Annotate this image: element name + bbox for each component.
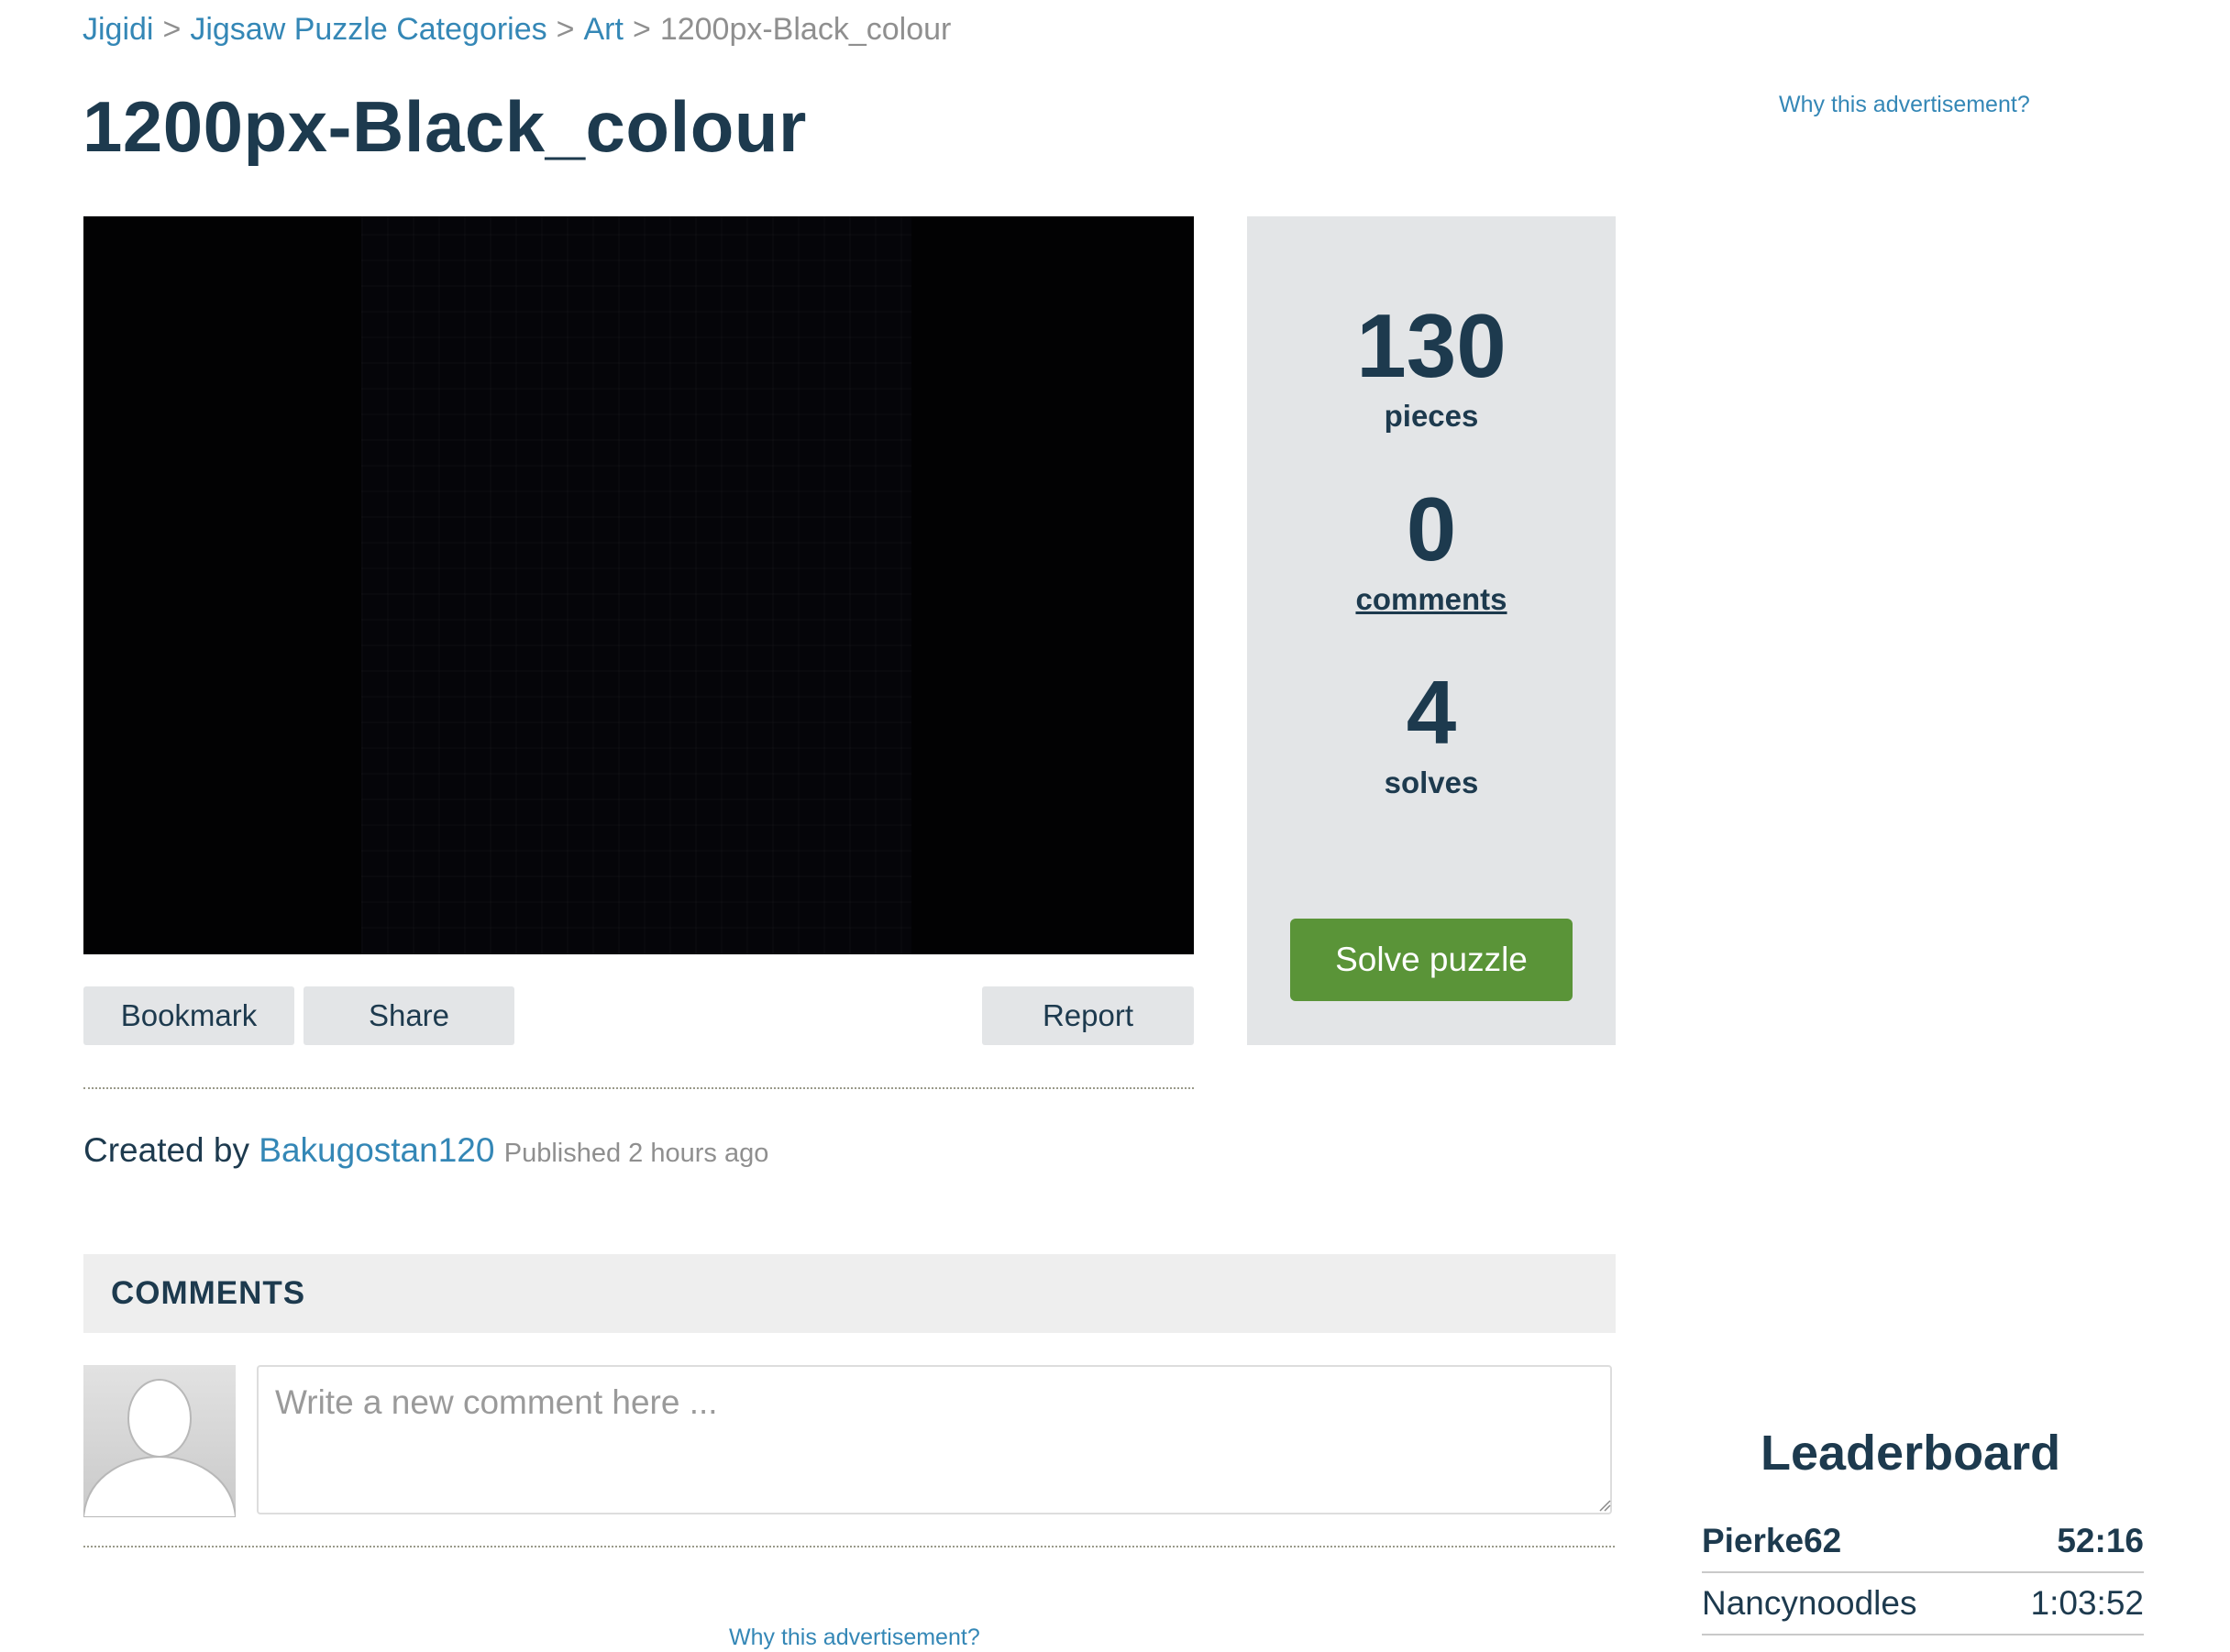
author-link[interactable]: Bakugostan120 (259, 1131, 494, 1169)
solve-puzzle-button[interactable]: Solve puzzle (1290, 919, 1573, 1001)
leaderboard-time: 1:03:52 (2030, 1584, 2144, 1622)
puzzle-preview-image[interactable] (83, 216, 1194, 954)
puzzle-image-content (361, 216, 911, 954)
creator-info: Created by Bakugostan120 Published 2 hou… (83, 1129, 768, 1174)
comments-heading: COMMENTS (111, 1275, 306, 1311)
resize-handle-icon[interactable] (1598, 1499, 1611, 1512)
puzzle-stats-panel: 130 pieces 0 comments 4 solves Solve puz… (1247, 216, 1616, 1045)
bookmark-button[interactable]: Bookmark (83, 986, 294, 1045)
divider (83, 1087, 1194, 1089)
leaderboard-row[interactable]: Pierke62 52:16 (1702, 1511, 2144, 1573)
comments-link[interactable]: comments (1355, 582, 1507, 616)
avatar (83, 1365, 236, 1517)
solves-label: solves (1384, 765, 1479, 799)
leaderboard-row[interactable]: Nancynoodles 1:03:52 (1702, 1573, 2144, 1635)
breadcrumb: Jigidi > Jigsaw Puzzle Categories > Art >1200… (83, 9, 951, 50)
why-this-ad-link[interactable]: Why this advertisement? (1779, 90, 2030, 119)
report-button[interactable]: Report (982, 986, 1194, 1045)
leaderboard-title: Leaderboard (1761, 1426, 2061, 1481)
published-time: Published 2 hours ago (503, 1139, 769, 1168)
breadcrumb-link-jigidi[interactable]: Jigidi (83, 12, 153, 47)
breadcrumb-link-categories[interactable]: Jigsaw Puzzle Categories (190, 12, 546, 47)
why-this-ad-link-bottom[interactable]: Why this advertisement? (729, 1623, 980, 1652)
user-silhouette-icon (83, 1379, 236, 1517)
leaderboard-time: 52:16 (2057, 1522, 2144, 1559)
breadcrumb-current: 1200px-Black_colour (659, 12, 952, 47)
page-title: 1200px-Black_colour (83, 86, 807, 167)
comment-input[interactable] (257, 1365, 1612, 1514)
leaderboard-player-name[interactable]: Pierke62 (1702, 1511, 1841, 1571)
divider (83, 1546, 1615, 1547)
comments-count: 0 (1406, 479, 1457, 579)
breadcrumb-separator: > (632, 12, 651, 47)
pieces-count: 130 (1356, 295, 1507, 396)
breadcrumb-separator: > (556, 12, 575, 47)
leaderboard-player-name[interactable]: Nancynoodles (1702, 1573, 1916, 1634)
pieces-label: pieces (1384, 399, 1479, 433)
comments-link-wrap: comments (1247, 581, 1616, 618)
breadcrumb-link-art[interactable]: Art (584, 12, 624, 47)
breadcrumb-separator: > (162, 12, 182, 47)
solves-count: 4 (1406, 662, 1457, 763)
comments-section-header: COMMENTS (83, 1254, 1616, 1333)
created-by-label: Created by (83, 1131, 249, 1169)
share-button[interactable]: Share (304, 986, 514, 1045)
